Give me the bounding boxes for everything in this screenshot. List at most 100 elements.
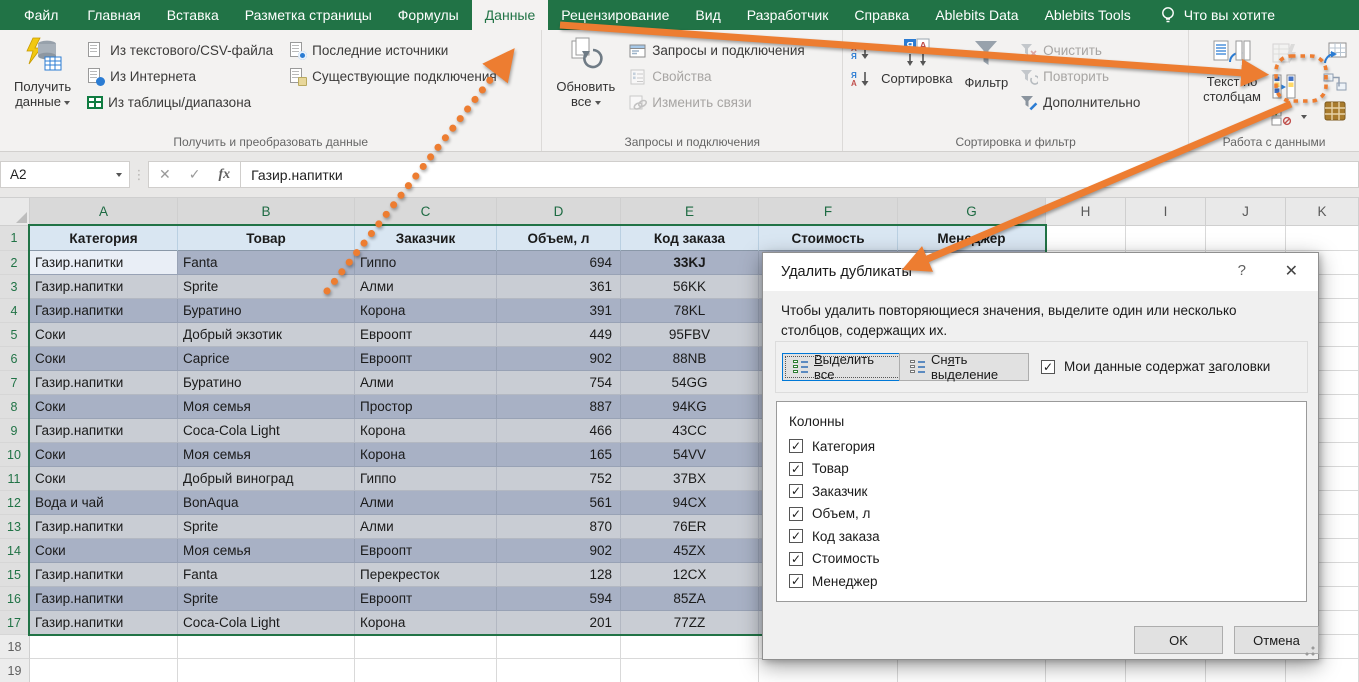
ribbon-tab-2[interactable]: Главная	[74, 0, 153, 30]
cell-E13[interactable]: 76ER	[621, 515, 759, 539]
cell-B3[interactable]: Sprite	[178, 275, 355, 299]
cell-C9[interactable]: Корона	[355, 419, 497, 443]
remove-duplicates-icon[interactable]	[1271, 74, 1297, 100]
cell-D16[interactable]: 594	[497, 587, 621, 611]
cell-F19[interactable]	[759, 659, 898, 682]
formula-bar-splitter[interactable]: ⋮	[130, 167, 148, 183]
from-table-range-button[interactable]: Из таблицы/диапазона	[87, 92, 273, 113]
cell-C12[interactable]: Алми	[355, 491, 497, 515]
dialog-column-item-5[interactable]: ✓Код заказа	[789, 527, 880, 545]
cell-A7[interactable]: Газир.напитки	[30, 371, 178, 395]
text-to-columns-button[interactable]: Текст по столбцам	[1197, 34, 1267, 107]
row-header-3[interactable]: 3	[0, 275, 30, 299]
cell-G19[interactable]	[898, 659, 1046, 682]
cell-D6[interactable]: 902	[497, 347, 621, 371]
cell-C8[interactable]: Простор	[355, 395, 497, 419]
column-header-B[interactable]: B	[178, 198, 355, 226]
cell-C1[interactable]: Заказчик	[355, 226, 497, 251]
row-header-4[interactable]: 4	[0, 299, 30, 323]
column-header-E[interactable]: E	[621, 198, 759, 226]
column-header-H[interactable]: H	[1046, 198, 1126, 226]
sort-ascending-icon[interactable]: А Я	[851, 43, 871, 60]
cell-I19[interactable]	[1126, 659, 1206, 682]
select-all-button[interactable]: Выделить все	[782, 353, 903, 381]
cell-E11[interactable]: 37BX	[621, 467, 759, 491]
checkbox-icon[interactable]: ✓	[789, 574, 803, 588]
ribbon-tab-7[interactable]: Рецензирование	[548, 0, 682, 30]
dialog-column-item-6[interactable]: ✓Стоимость	[789, 550, 880, 568]
row-header-15[interactable]: 15	[0, 563, 30, 587]
recent-sources-button[interactable]: Последние источники	[289, 40, 497, 61]
column-header-K[interactable]: K	[1286, 198, 1359, 226]
cell-D3[interactable]: 361	[497, 275, 621, 299]
my-data-has-headers-checkbox[interactable]: ✓ Мои данные содержат заголовки	[1041, 359, 1270, 374]
reapply-filter-button[interactable]: Повторить	[1020, 66, 1140, 87]
dialog-column-item-4[interactable]: ✓Объем, л	[789, 505, 870, 523]
cell-A6[interactable]: Соки	[30, 347, 178, 371]
cell-A10[interactable]: Соки	[30, 443, 178, 467]
ribbon-tab-1[interactable]: Файл	[8, 0, 74, 30]
name-box[interactable]: A2	[0, 161, 130, 188]
cell-B12[interactable]: BonAqua	[178, 491, 355, 515]
clear-filter-button[interactable]: Очистить	[1020, 40, 1140, 61]
refresh-all-button[interactable]: Обновить все	[550, 34, 621, 112]
cell-B7[interactable]: Буратино	[178, 371, 355, 395]
row-header-9[interactable]: 9	[0, 419, 30, 443]
cell-E5[interactable]: 95FBV	[621, 323, 759, 347]
cell-C14[interactable]: Евроопт	[355, 539, 497, 563]
cell-A17[interactable]: Газир.напитки	[30, 611, 178, 635]
cell-D4[interactable]: 391	[497, 299, 621, 323]
row-header-13[interactable]: 13	[0, 515, 30, 539]
cell-J1[interactable]	[1206, 226, 1286, 251]
cell-E4[interactable]: 78KL	[621, 299, 759, 323]
sort-descending-icon[interactable]: Я А	[851, 70, 871, 87]
cell-A5[interactable]: Соки	[30, 323, 178, 347]
cell-B19[interactable]	[178, 659, 355, 682]
row-header-6[interactable]: 6	[0, 347, 30, 371]
ribbon-tab-6[interactable]: Данные	[472, 0, 549, 30]
confirm-entry-icon[interactable]: ✓	[189, 166, 201, 183]
cell-C11[interactable]: Гиппо	[355, 467, 497, 491]
row-header-5[interactable]: 5	[0, 323, 30, 347]
cell-C6[interactable]: Евроопт	[355, 347, 497, 371]
dialog-resize-grip[interactable]	[1305, 646, 1315, 656]
column-header-F[interactable]: F	[759, 198, 898, 226]
cell-B14[interactable]: Моя семья	[178, 539, 355, 563]
cell-E16[interactable]: 85ZA	[621, 587, 759, 611]
cell-D7[interactable]: 754	[497, 371, 621, 395]
cell-B1[interactable]: Товар	[178, 226, 355, 251]
cell-A9[interactable]: Газир.напитки	[30, 419, 178, 443]
row-header-2[interactable]: 2	[0, 251, 30, 275]
column-header-C[interactable]: C	[355, 198, 497, 226]
cell-B15[interactable]: Fanta	[178, 563, 355, 587]
cell-B16[interactable]: Sprite	[178, 587, 355, 611]
cell-C17[interactable]: Корона	[355, 611, 497, 635]
cell-B10[interactable]: Моя семья	[178, 443, 355, 467]
select-all-corner[interactable]	[0, 198, 30, 226]
ribbon-tab-11[interactable]: Ablebits Data	[922, 0, 1031, 30]
cell-D11[interactable]: 752	[497, 467, 621, 491]
from-text-csv-button[interactable]: Из текстового/CSV-файла	[87, 40, 273, 61]
tell-me-box[interactable]: Что вы хотите	[1150, 0, 1285, 30]
manage-data-model-icon[interactable]	[1323, 100, 1347, 122]
cell-K19[interactable]	[1286, 659, 1359, 682]
dialog-column-item-1[interactable]: ✓Категория	[789, 437, 875, 455]
cell-D17[interactable]: 201	[497, 611, 621, 635]
cell-E1[interactable]: Код заказа	[621, 226, 759, 251]
row-header-8[interactable]: 8	[0, 395, 30, 419]
ribbon-tab-9[interactable]: Разработчик	[734, 0, 842, 30]
cell-C13[interactable]: Алми	[355, 515, 497, 539]
cell-D9[interactable]: 466	[497, 419, 621, 443]
ribbon-tab-5[interactable]: Формулы	[385, 0, 472, 30]
insert-function-icon[interactable]: fx	[218, 167, 230, 183]
row-header-11[interactable]: 11	[0, 467, 30, 491]
cell-C7[interactable]: Алми	[355, 371, 497, 395]
from-web-button[interactable]: Из Интернета	[87, 66, 273, 87]
row-header-10[interactable]: 10	[0, 443, 30, 467]
checkbox-icon[interactable]: ✓	[789, 462, 803, 476]
dialog-help-button[interactable]: ?	[1238, 262, 1246, 279]
cell-A19[interactable]	[30, 659, 178, 682]
cell-A16[interactable]: Газир.напитки	[30, 587, 178, 611]
cell-E9[interactable]: 43CC	[621, 419, 759, 443]
ribbon-tab-8[interactable]: Вид	[682, 0, 733, 30]
